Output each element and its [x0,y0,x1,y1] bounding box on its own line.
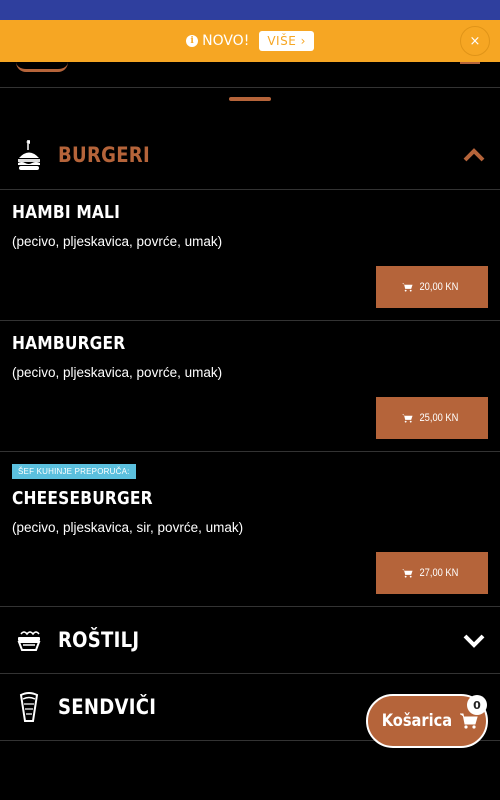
item-price: 20,00 KN [419,281,459,293]
add-to-cart-button[interactable]: 25,00 KN [376,397,488,439]
hamburger-menu-icon[interactable] [460,62,480,64]
item-name: HAMBI MALI [12,202,121,223]
info-icon: i [186,35,199,47]
site-header [0,62,500,88]
shopping-cart-icon [459,713,478,729]
burger-icon [14,138,44,172]
item-price: 27,00 KN [419,567,459,579]
cart-count-badge: 0 [467,695,487,715]
category-rostilj[interactable]: ROŠTILJ [0,607,500,674]
category-title: ROŠTILJ [58,628,140,652]
item-description: (pecivo, pljeskavica, povrće, umak) [12,365,223,380]
notice-text: NOVO! [202,33,250,49]
category-burgeri[interactable]: BURGERI [0,120,500,190]
top-status-bar [0,0,500,20]
item-name: CHEESEBURGER [12,488,153,509]
close-notice-button[interactable]: × [460,26,490,56]
add-to-cart-button[interactable]: 20,00 KN [376,266,488,308]
news-notice-bar: i NOVO! VIŠE › × [0,20,500,62]
cart-label: Košarica [381,711,453,731]
more-button[interactable]: VIŠE › [259,31,314,51]
item-price: 25,00 KN [419,412,459,424]
logo[interactable] [16,62,68,72]
item-name: HAMBURGER [12,333,126,354]
cart-icon [402,283,413,292]
section-indicator [229,97,271,101]
item-description: (pecivo, pljeskavica, sir, povrće, umak) [12,520,244,535]
category-title: BURGERI [58,142,150,167]
menu-item: HAMBURGER (pecivo, pljeskavica, povrće, … [0,321,500,452]
add-to-cart-button[interactable]: 27,00 KN [376,552,488,594]
category-title: SENDVIČI [58,695,157,719]
menu-item: HAMBI MALI (pecivo, pljeskavica, povrće,… [0,190,500,321]
menu-item: ŠEF KUHINJE PREPORUČA: CHEESEBURGER (pec… [0,452,500,607]
sandwich-icon [14,690,44,724]
chef-recommends-badge: ŠEF KUHINJE PREPORUČA: [12,464,136,479]
cart-icon [402,569,413,578]
chevron-up-icon[interactable] [462,143,486,167]
chevron-down-icon[interactable] [462,628,486,652]
grill-icon [14,623,44,657]
item-description: (pecivo, pljeskavica, povrće, umak) [12,234,223,249]
cart-icon [402,414,413,423]
